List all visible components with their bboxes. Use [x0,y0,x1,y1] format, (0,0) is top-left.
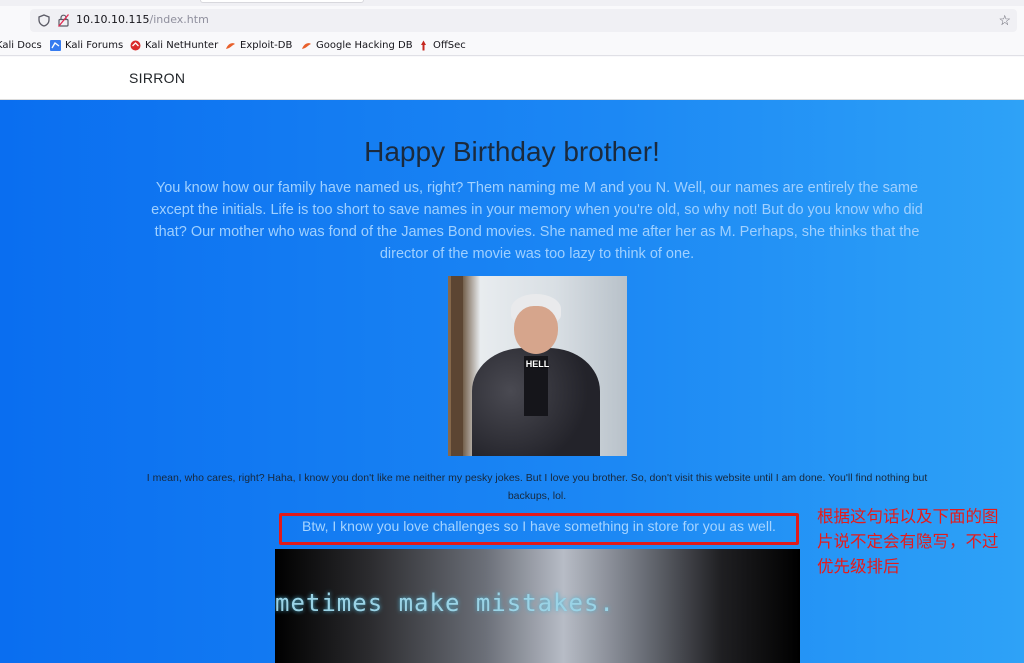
nethunter-icon [130,40,141,51]
url-text[interactable]: 10.10.10.115/index.htm [76,13,209,26]
exploit-db-icon [226,43,235,49]
page-title: Happy Birthday brother! [364,136,660,167]
bookmark-label: Kali NetHunter [145,40,219,51]
note-paragraph: I mean, who cares, right? Haha, I know y… [146,472,928,502]
bookmark-google-hacking-db[interactable]: Google Hacking DB [301,40,413,51]
challenge-text: Btw, I know you love challenges so I hav… [302,518,776,534]
bookmark-label: Kali Forums [65,40,124,51]
image-caption: HELL [525,359,550,369]
insecure-lock-icon[interactable] [58,14,69,27]
tracking-shield-icon[interactable] [38,14,50,27]
kali-forums-icon [50,40,61,51]
bookmark-label: Google Hacking DB [316,40,413,51]
annotation-note: 根据这句话以及下面的图片说不定会有隐写，不过优先级排后 [817,507,999,576]
bookmark-star-icon[interactable]: ☆ [998,12,1011,29]
gif-text: metimes make mistakes. [275,589,615,617]
ghdb-icon [302,43,311,49]
bookmark-exploit-db[interactable]: Exploit-DB [225,40,292,51]
bookmark-label: OffSec [433,40,466,51]
bookmarks-toolbar: Kali Docs Kali Forums Kali NetHunter Exp… [0,36,1024,56]
bookmark-label: Kali Docs [0,40,42,51]
url-path: /index.htm [149,13,209,26]
browser-toolbar: 10.10.10.115/index.htm ☆ [0,6,1024,36]
terminal-gif-image: metimes make mistakes. [275,549,800,663]
bookmark-offsec[interactable]: OffSec [418,40,466,51]
address-bar[interactable]: 10.10.10.115/index.htm ☆ [30,9,1017,32]
intro-paragraph: You know how our family have named us, r… [151,180,923,262]
site-navbar: SIRRON [0,57,1024,100]
offsec-icon [421,40,426,51]
bookmark-kali-forums[interactable]: Kali Forums [50,40,123,51]
hero-section: Happy Birthday brother! You know how our… [0,100,1024,663]
bookmark-kali-nethunter[interactable]: Kali NetHunter [130,40,218,51]
bookmark-kali-docs[interactable]: Kali Docs [0,40,42,51]
reaction-image: HELL [448,276,627,456]
url-host: 10.10.10.115 [76,13,150,26]
site-brand-link[interactable]: SIRRON [129,70,185,86]
active-tab[interactable] [200,0,364,3]
bookmark-label: Exploit-DB [240,40,293,51]
